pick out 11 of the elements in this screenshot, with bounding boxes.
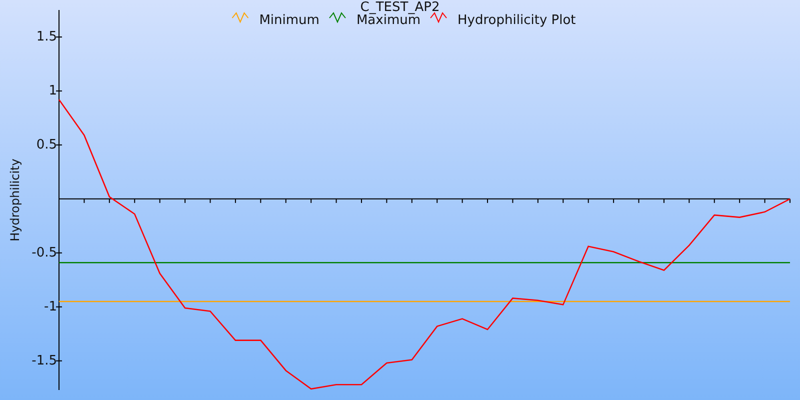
legend-label: Hydrophilicity Plot [458,13,576,28]
y-tick-label: -0.5 [32,245,57,260]
y-axis-label: Hydrophilicity [8,158,22,242]
legend-label: Maximum [356,13,421,28]
y-tick-label: 0.5 [36,137,57,152]
legend-label: Minimum [259,13,320,28]
chart-title: C_TEST_AP2 [360,0,440,15]
y-tick-label: 1 [48,83,57,98]
y-tick-label: -1.5 [32,353,57,368]
y-tick-label: -1 [44,299,57,314]
y-tick-label: 1.5 [36,30,57,44]
